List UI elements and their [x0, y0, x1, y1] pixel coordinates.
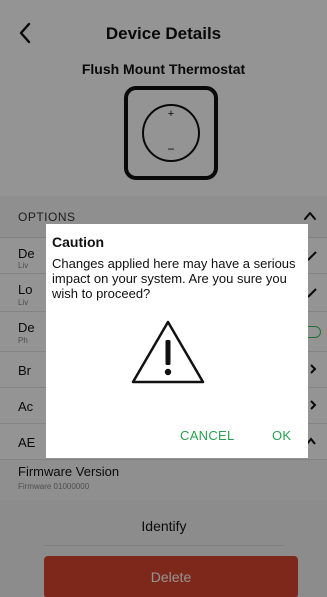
dialog-message: Changes applied here may have a serious …	[52, 256, 296, 301]
cancel-button[interactable]: CANCEL	[180, 428, 235, 443]
warning-icon	[131, 320, 205, 384]
ok-button[interactable]: OK	[272, 428, 291, 443]
device-details-screen: Device Details Flush Mount Thermostat + …	[0, 0, 327, 597]
caution-dialog: Caution Changes applied here may have a …	[46, 224, 308, 458]
dialog-title: Caution	[52, 234, 105, 250]
